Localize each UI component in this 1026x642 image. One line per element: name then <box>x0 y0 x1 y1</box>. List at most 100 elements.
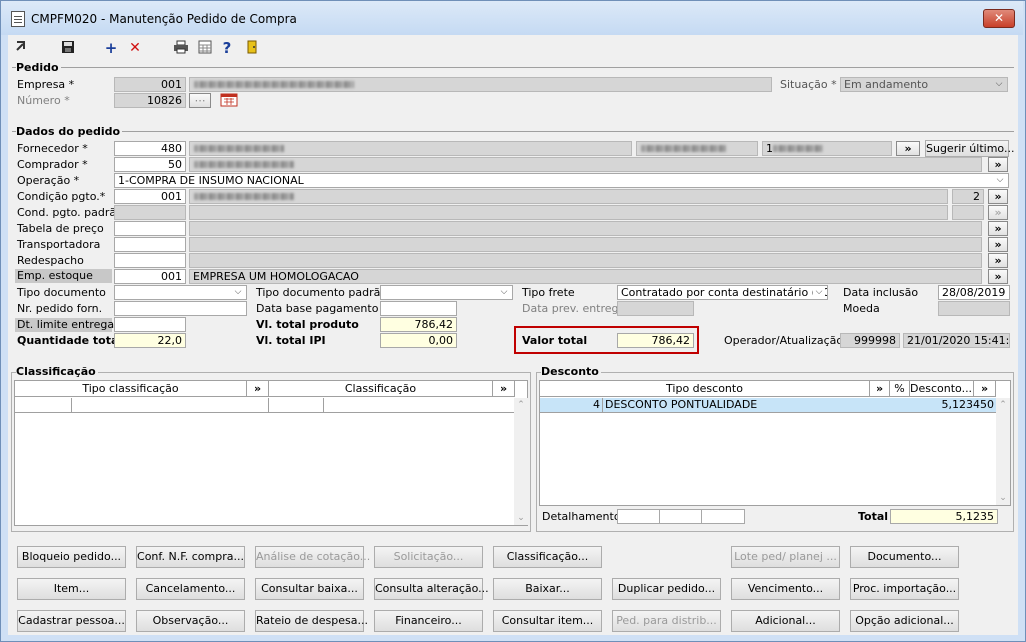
operador-field[interactable]: 999998 <box>840 333 900 348</box>
col-tipo-desconto-more-button[interactable]: » <box>870 381 890 397</box>
condicao-code-field[interactable]: 001 <box>114 189 186 204</box>
vl-total-ipi-field[interactable]: 0,00 <box>380 333 457 348</box>
emp-estoque-name-field[interactable]: EMPRESA UM HOMOLOGACAO <box>189 269 982 284</box>
opcao-adicional-button[interactable]: Opção adicional... <box>850 610 959 632</box>
condicao-extra-field[interactable]: 2 <box>952 189 984 204</box>
print-icon[interactable] <box>173 40 189 56</box>
comprador-name-field[interactable] <box>189 157 982 172</box>
empresa-code-field[interactable]: 001 <box>114 77 186 92</box>
nr-pedido-forn-field[interactable] <box>114 301 247 316</box>
classificacao-button[interactable]: Classificação... <box>493 546 602 568</box>
consultar-item-button[interactable]: Consultar item... <box>493 610 602 632</box>
tipo-frete-select[interactable]: Contratado por conta destinatário (FOE ⌵ <box>617 285 828 300</box>
redespacho-more-button[interactable]: » <box>988 253 1008 268</box>
numero-field[interactable]: 10826 <box>114 93 186 108</box>
conf-nf-compra-button[interactable]: Conf. N.F. compra... <box>136 546 245 568</box>
delete-icon[interactable]: ✕ <box>128 40 142 56</box>
data-prev-field[interactable] <box>617 301 694 316</box>
bloqueio-pedido-button[interactable]: Bloqueio pedido... <box>17 546 126 568</box>
transportadora-code-field[interactable] <box>114 237 186 252</box>
solicitacao-button[interactable]: Solicitação... <box>374 546 483 568</box>
comprador-code-field[interactable]: 50 <box>114 157 186 172</box>
data-inclusao-field[interactable]: 28/08/2019 <box>938 285 1010 300</box>
tabela-code-field[interactable] <box>114 221 186 236</box>
data-base-field[interactable] <box>380 301 457 316</box>
detalhamento-field-2[interactable] <box>659 509 702 524</box>
transportadora-name-field[interactable] <box>189 237 982 252</box>
tipo-doc-select[interactable]: ⌵ <box>114 285 247 300</box>
tabela-name-field[interactable] <box>189 221 982 236</box>
cond-padrao-name-field[interactable] <box>189 205 948 220</box>
item-button[interactable]: Item... <box>17 578 126 600</box>
sugerir-ultimo-button[interactable]: Sugerir último... <box>925 140 1014 157</box>
duplicar-pedido-button[interactable]: Duplicar pedido... <box>612 578 721 600</box>
numero-lookup-button[interactable]: ⋯ <box>189 93 211 108</box>
close-button[interactable]: ✕ <box>983 9 1015 28</box>
redespacho-code-field[interactable] <box>114 253 186 268</box>
fornecedor-code-field[interactable]: 480 <box>114 141 186 156</box>
financeiro-button[interactable]: Financeiro... <box>374 610 483 632</box>
col-tipo-desconto[interactable]: Tipo desconto <box>540 381 870 397</box>
documento-button[interactable]: Documento... <box>850 546 959 568</box>
calendar-icon[interactable] <box>197 40 213 56</box>
fornecedor-more-button[interactable]: » <box>896 141 920 156</box>
vl-total-produto-field[interactable]: 786,42 <box>380 317 457 332</box>
analise-cotacao-button[interactable]: Análise de cotação... <box>255 546 370 568</box>
calendar-icon[interactable] <box>220 93 238 107</box>
col-class-more-button[interactable]: » <box>493 381 515 397</box>
emp-estoque-code-field[interactable]: 001 <box>114 269 186 284</box>
rateio-despesa-button[interactable]: Rateio de despesa... <box>255 610 368 632</box>
add-icon[interactable]: + <box>104 40 118 56</box>
empresa-name-field[interactable] <box>189 77 772 92</box>
detalhamento-field-1[interactable] <box>617 509 660 524</box>
fornecedor-extra-field[interactable]: 1 <box>762 141 892 156</box>
proc-importacao-button[interactable]: Proc. importação... <box>850 578 959 600</box>
condicao-name-field[interactable] <box>189 189 948 204</box>
fornecedor-doc-field[interactable] <box>636 141 758 156</box>
classificacao-grid[interactable]: Tipo classificação » Classificação » ⌃ ⌄ <box>14 380 528 526</box>
lote-ped-planej-button[interactable]: Lote ped/ planej ... <box>731 546 840 568</box>
col-desconto[interactable]: Desconto.... <box>910 381 974 397</box>
col-tipo-more-button[interactable]: » <box>247 381 269 397</box>
consultar-baixa-button[interactable]: Consultar baixa... <box>255 578 364 600</box>
chevron-down-icon[interactable]: ⌄ <box>514 513 528 523</box>
cancelamento-button[interactable]: Cancelamento... <box>136 578 245 600</box>
classificacao-scrollbar[interactable]: ⌃ ⌄ <box>514 398 528 525</box>
save-icon[interactable] <box>60 40 76 56</box>
ped-para-distrib-button[interactable]: Ped. para distrib... <box>612 610 721 632</box>
chevron-up-icon[interactable]: ⌃ <box>514 400 528 410</box>
desconto-grid[interactable]: Tipo desconto » % Desconto.... » 4 DESCO… <box>539 380 1011 506</box>
col-tipo-classificacao[interactable]: Tipo classificação <box>15 381 247 397</box>
door-icon[interactable] <box>245 40 259 56</box>
transportadora-more-button[interactable]: » <box>988 237 1008 252</box>
desconto-total-field[interactable]: 5,1235 <box>890 509 998 524</box>
dt-limite-field[interactable] <box>114 317 186 332</box>
situacao-select[interactable]: Em andamento ⌵ <box>840 77 1008 92</box>
cond-padrao-code-field[interactable] <box>114 205 186 220</box>
fornecedor-name-field[interactable] <box>189 141 632 156</box>
vencimento-button[interactable]: Vencimento... <box>731 578 840 600</box>
operacao-select[interactable]: 1-COMPRA DE INSUMO NACIONAL ⌵ <box>114 173 1009 188</box>
moeda-field[interactable] <box>938 301 1010 316</box>
redespacho-name-field[interactable] <box>189 253 982 268</box>
col-desconto-more-button[interactable]: » <box>974 381 996 397</box>
exit-icon[interactable] <box>14 40 28 56</box>
tabela-more-button[interactable]: » <box>988 221 1008 236</box>
emp-estoque-more-button[interactable]: » <box>988 269 1008 284</box>
valor-total-field[interactable]: 786,42 <box>617 333 694 348</box>
baixar-button[interactable]: Baixar... <box>493 578 602 600</box>
help-icon[interactable]: ? <box>221 40 233 56</box>
col-pct[interactable]: % <box>890 381 910 397</box>
adicional-button[interactable]: Adicional... <box>731 610 840 632</box>
cond-padrao-extra-field[interactable] <box>952 205 984 220</box>
tipo-doc-padrao-select[interactable]: ⌵ <box>380 285 513 300</box>
col-classificacao[interactable]: Classificação <box>269 381 493 397</box>
comprador-more-button[interactable]: » <box>988 157 1008 172</box>
table-row[interactable]: 4 DESCONTO PONTUALIDADE 5,123450 <box>540 398 996 413</box>
atualizacao-field[interactable]: 21/01/2020 15:41:08 <box>903 333 1010 348</box>
condicao-more-button[interactable]: » <box>988 189 1008 204</box>
consulta-alteracao-button[interactable]: Consulta alteração... <box>374 578 489 600</box>
desconto-scrollbar[interactable]: ⌃ ⌄ <box>996 398 1010 505</box>
observacao-button[interactable]: Observação... <box>136 610 245 632</box>
cadastrar-pessoa-button[interactable]: Cadastrar pessoa... <box>17 610 126 632</box>
